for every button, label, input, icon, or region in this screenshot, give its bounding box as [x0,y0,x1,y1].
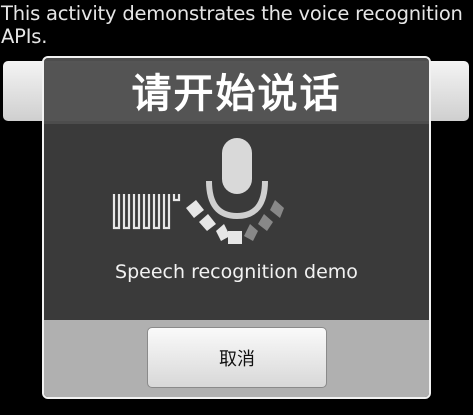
voice-level-graphic [112,138,284,244]
dialog-title: 请开始说话 [131,71,342,117]
dialog-body: Speech recognition demo [44,124,429,320]
prompt-text: Speech recognition demo [115,261,358,283]
voice-recognition-dialog: 请开始说话 Speech recognition demo 取消 [42,56,431,399]
microphone-icon [206,138,268,220]
cancel-button[interactable]: 取消 [147,327,327,388]
dialog-footer: 取消 [44,320,429,397]
sound-level-meter-icon [112,194,181,230]
dialog-header: 请开始说话 [44,58,429,124]
volume-level-arc-icon [186,200,284,244]
activity-description: This activity demonstrates the voice rec… [1,2,463,48]
